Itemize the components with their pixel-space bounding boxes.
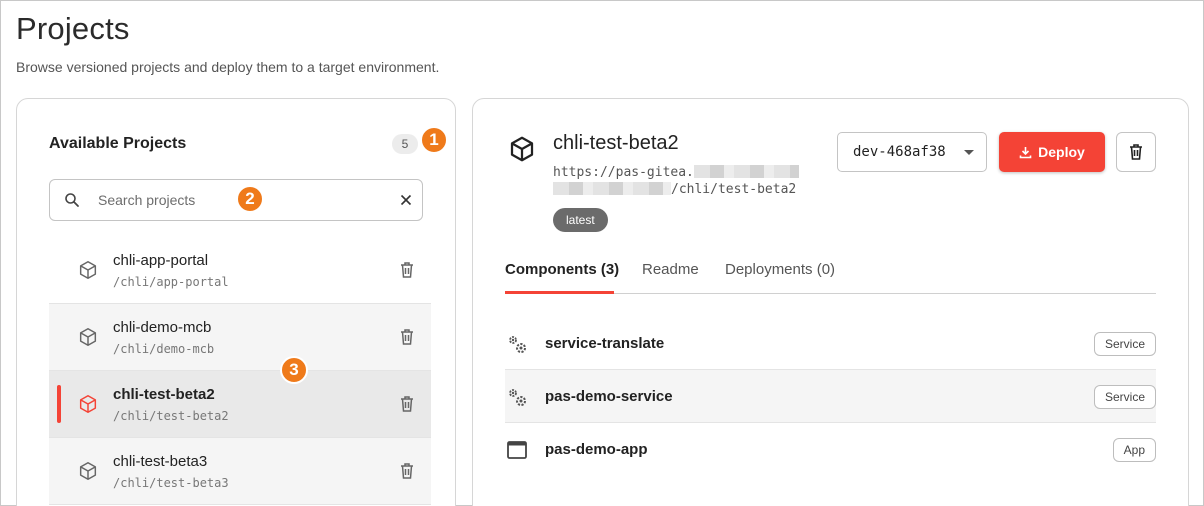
component-type-badge: App	[1112, 438, 1156, 462]
project-list: chli-app-portal /chli/app-portal chli-de…	[49, 237, 431, 505]
tab-readme[interactable]: Readme	[642, 261, 699, 278]
version-value: dev-468af38	[853, 144, 946, 160]
search-icon	[65, 193, 79, 207]
component-row-service-translate[interactable]: service-translate Service	[505, 317, 1156, 370]
chevron-down-icon	[964, 150, 974, 155]
callout-3: 3	[280, 356, 308, 384]
deploy-label: Deploy	[1038, 144, 1085, 160]
trash-icon[interactable]	[399, 328, 415, 346]
project-detail-panel: chli-test-beta2 https://pas-gitea. /chli…	[472, 98, 1189, 506]
page-subtitle: Browse versioned projects and deploy the…	[16, 59, 440, 75]
component-name: pas-demo-app	[545, 441, 648, 458]
url-prefix: https://pas-gitea.	[553, 165, 694, 180]
page-title: Projects	[16, 11, 130, 46]
trash-icon[interactable]	[399, 462, 415, 480]
component-name: pas-demo-service	[545, 388, 673, 405]
trash-icon[interactable]	[399, 395, 415, 413]
callout-2: 2	[236, 185, 264, 213]
component-name: service-translate	[545, 335, 665, 352]
detail-tabs: Components (3) Readme Deployments (0)	[505, 249, 1156, 294]
project-path: /chli/test-beta2	[113, 409, 229, 423]
active-tab-indicator	[505, 291, 614, 294]
trash-icon[interactable]	[399, 261, 415, 279]
gears-icon	[509, 389, 526, 406]
project-repo-url: https://pas-gitea. /chli/test-beta2	[553, 164, 833, 198]
project-path: /chli/test-beta3	[113, 476, 229, 490]
window-icon	[507, 441, 527, 459]
version-select[interactable]: dev-468af38	[837, 132, 987, 172]
project-item-chli-test-beta2[interactable]: chli-test-beta2 /chli/test-beta2	[49, 371, 431, 438]
component-type-badge: Service	[1093, 385, 1156, 409]
cube-icon	[79, 261, 97, 279]
project-count-badge: 5	[392, 134, 418, 154]
available-projects-title: Available Projects	[49, 135, 187, 152]
project-path: /chli/app-portal	[113, 275, 229, 289]
project-item-chli-app-portal[interactable]: chli-app-portal /chli/app-portal	[49, 237, 431, 304]
component-row-pas-demo-app[interactable]: pas-demo-app App	[505, 423, 1156, 476]
project-path: /chli/demo-mcb	[113, 342, 215, 356]
delete-project-button[interactable]	[1116, 132, 1156, 172]
redacted-text	[693, 165, 799, 178]
project-name: chli-test-beta3	[113, 453, 208, 470]
component-type-badge: Service	[1093, 332, 1156, 356]
download-icon	[1019, 146, 1032, 158]
tab-deployments[interactable]: Deployments (0)	[725, 261, 835, 278]
latest-tag: latest	[553, 208, 608, 232]
components-list: service-translate Service pas-demo-servi…	[505, 317, 1156, 476]
trash-icon	[1130, 144, 1142, 160]
clear-search-icon[interactable]	[399, 193, 413, 207]
selection-indicator	[57, 385, 61, 423]
cube-icon	[79, 395, 97, 413]
available-projects-panel: Available Projects 5 1 2 chli-app-portal…	[16, 98, 456, 506]
project-name: chli-demo-mcb	[113, 319, 212, 336]
project-item-chli-test-beta3[interactable]: chli-test-beta3 /chli/test-beta3	[49, 438, 431, 505]
project-name: chli-app-portal	[113, 252, 209, 269]
tab-components[interactable]: Components (3)	[505, 261, 619, 278]
redacted-text	[553, 182, 671, 195]
project-name: chli-test-beta2	[113, 386, 215, 403]
cube-icon	[79, 328, 97, 346]
cube-icon	[510, 136, 534, 162]
component-row-pas-demo-service[interactable]: pas-demo-service Service	[505, 370, 1156, 423]
project-detail-name: chli-test-beta2	[553, 132, 679, 154]
url-suffix: /chli/test-beta2	[671, 182, 797, 197]
project-item-chli-demo-mcb[interactable]: chli-demo-mcb /chli/demo-mcb	[49, 304, 431, 371]
callout-1: 1	[420, 126, 448, 154]
cube-icon	[79, 462, 97, 480]
gears-icon	[509, 336, 526, 353]
deploy-button[interactable]: Deploy	[999, 132, 1105, 172]
